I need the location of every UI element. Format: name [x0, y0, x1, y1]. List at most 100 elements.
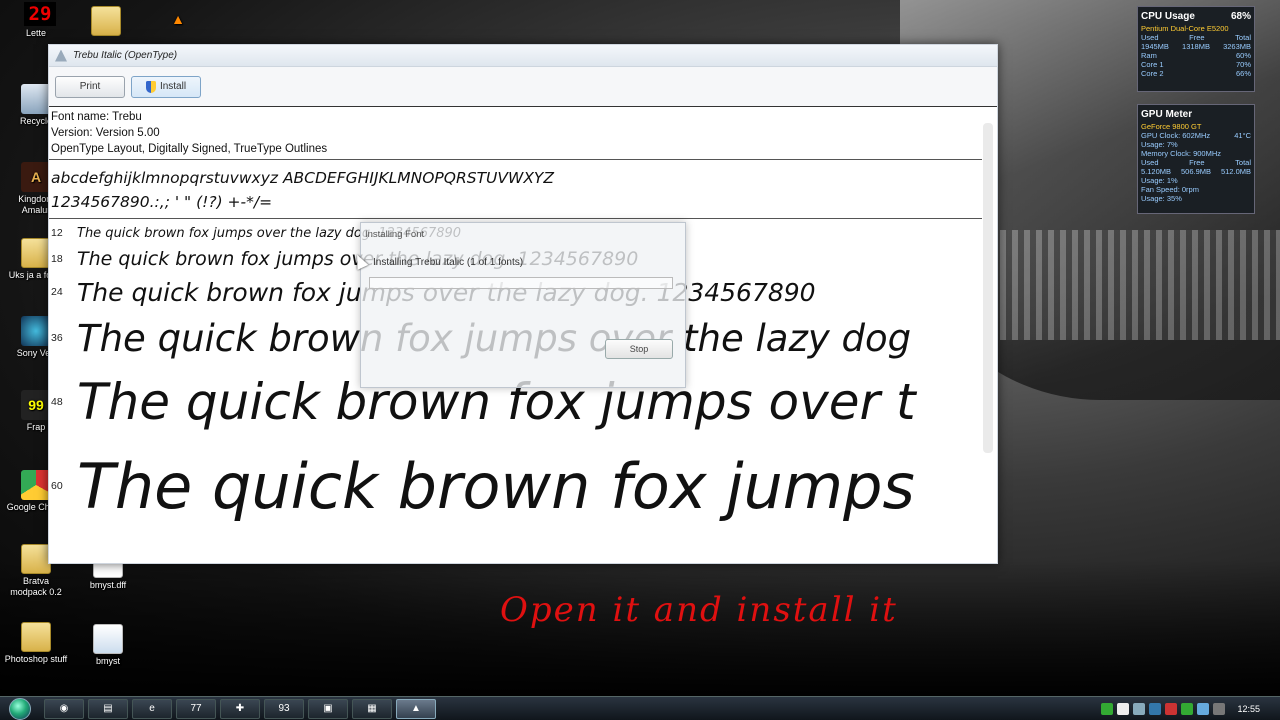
gpu-usage: Usage: 7% — [1141, 140, 1178, 149]
cpu-stat-row: Core 2 66% — [1141, 69, 1251, 78]
kingdom-amalur-icon: A — [21, 162, 51, 192]
desktop-icon-label: Frap — [26, 422, 46, 432]
install-button[interactable]: Install — [131, 75, 201, 98]
mem-free: 1318MB — [1182, 42, 1210, 51]
desktop-icon-label: bmyst — [95, 656, 120, 666]
folder-icon — [21, 544, 51, 574]
stop-button[interactable]: Stop — [605, 339, 673, 359]
tutorial-annotation: Open it and install it — [500, 590, 898, 630]
gpu-mem-free: 506.9MB — [1180, 167, 1212, 176]
font-info: Font name: Trebu Version: Version 5.00 O… — [49, 107, 982, 160]
mem-total: 3263MB — [1223, 42, 1251, 51]
gpu-mem-usage: Usage: 1% — [1141, 176, 1178, 185]
toolbar: Print Install — [49, 67, 997, 107]
desktop-icon-folder[interactable] — [74, 6, 138, 38]
taskbar-game[interactable]: ▣ — [308, 698, 348, 719]
sample-size: 12 — [51, 227, 63, 239]
taskbar-ie[interactable]: e — [132, 698, 172, 719]
header-used: Used — [1141, 158, 1159, 167]
print-button[interactable]: Print — [55, 75, 125, 98]
stat-value: 60% — [1235, 51, 1251, 60]
tray-volume-icon[interactable] — [1213, 703, 1226, 715]
header-free: Free — [1189, 33, 1205, 42]
taskbar-font-viewer[interactable]: ▲ — [396, 698, 436, 719]
tray-record-icon[interactable] — [1165, 703, 1178, 715]
tray-network-icon[interactable] — [1197, 703, 1210, 715]
stat-value: 70% — [1235, 60, 1251, 69]
font-version: Version: Version 5.00 — [51, 127, 160, 139]
start-button[interactable] — [0, 697, 40, 720]
cpu-usage-gadget[interactable]: CPU Usage 68% Pentium Dual-Core E5200 Us… — [1137, 6, 1255, 92]
cpu-gadget-title: CPU Usage — [1141, 11, 1195, 22]
taskbar-explorer[interactable]: ▤ — [88, 698, 128, 719]
tray-app-icon[interactable] — [1101, 703, 1114, 715]
sony-vegas-icon — [21, 316, 51, 346]
sample-size: 18 — [51, 253, 63, 265]
gpu-mem-used: 5.120MB — [1141, 167, 1172, 176]
network-icon: ▦ — [367, 703, 377, 714]
font-name: Font name: Trebu — [51, 111, 142, 123]
gpu-mem-total: 512.0MB — [1220, 167, 1251, 176]
font-details: OpenType Layout, Digitally Signed, TrueT… — [51, 143, 328, 155]
cpu-stat-row: Ram 60% — [1141, 51, 1251, 60]
stat-label: Core 1 — [1141, 60, 1164, 69]
vlc-cone-icon: ▲ — [171, 10, 185, 27]
cpu-model: Pentium Dual-Core E5200 — [1141, 24, 1229, 33]
desktop-icon-label: bmyst.dff — [89, 580, 127, 590]
taskbar-fraps[interactable]: 93 — [264, 698, 304, 719]
desktop-icon-photoshop-stuff[interactable]: Photoshop stuff — [4, 622, 68, 665]
gpu-model: GeForce 9800 GT — [1141, 122, 1202, 131]
desktop-icon-label: Photoshop stuff — [4, 654, 68, 664]
gpu-clock-row: GPU Clock: 602MHz 41°C — [1141, 131, 1251, 140]
chrome-icon — [21, 470, 51, 500]
stop-button-label: Stop — [629, 344, 649, 354]
installing-font-dialog: Installing Font Installing Trebu Italic … — [360, 222, 686, 388]
windows-orb-icon — [9, 697, 31, 720]
tray-steam-icon[interactable] — [1149, 703, 1162, 715]
desktop-icon-bmyst[interactable]: bmyst — [76, 624, 140, 667]
gpu-meter-gadget[interactable]: GPU Meter GeForce 9800 GT GPU Clock: 602… — [1137, 104, 1255, 214]
sample-size: 48 — [51, 396, 63, 408]
sample-size: 24 — [51, 286, 63, 298]
desktop-icon-vlc[interactable]: ▲ — [146, 4, 210, 36]
gpu-mem-headers: Used Free Total — [1141, 158, 1251, 167]
taskbar-chrome[interactable]: ◉ — [44, 698, 84, 719]
gpu-mem-values: 5.120MB 506.9MB 512.0MB — [1141, 167, 1251, 176]
gpu-fan-speed: Fan Speed: 0rpm — [1141, 185, 1199, 194]
vertical-scrollbar[interactable] — [983, 123, 993, 453]
stat-label: Core 2 — [1141, 69, 1164, 78]
mem-used: 1945MB — [1141, 42, 1169, 51]
gpu-fan-usage: Usage: 35% — [1141, 194, 1182, 203]
stat-value: 66% — [1235, 69, 1251, 78]
character-set: abcdefghijklmnopqrstuvwxyz ABCDEFGHIJKLM… — [49, 160, 982, 219]
game-icon: ▣ — [323, 703, 333, 714]
fps-counter: 29 — [24, 2, 56, 26]
folder-icon — [91, 6, 121, 36]
cpu-mem-values: 1945MB 1318MB 3263MB — [1141, 42, 1251, 51]
header-total: Total — [1235, 33, 1251, 42]
wallpaper-grille — [1000, 230, 1280, 340]
sample-size: 60 — [51, 480, 63, 492]
taskbar-7zip[interactable]: 77 — [176, 698, 216, 719]
tray-panda-icon[interactable] — [1117, 703, 1130, 715]
folder-icon — [21, 238, 51, 268]
taskbar: ◉ ▤ e 77 ✚ 93 ▣ ▦ ▲ 12:55 — [0, 696, 1280, 720]
internet-explorer-icon: e — [149, 703, 155, 714]
cpu-percent: 68% — [1230, 11, 1251, 22]
taskbar-clock[interactable]: 12:55 — [1237, 704, 1260, 714]
taskbar-plus[interactable]: ✚ — [220, 698, 260, 719]
tray-shield-icon[interactable] — [1133, 703, 1146, 715]
font-viewer-icon: ▲ — [411, 703, 421, 714]
tray-green-icon[interactable] — [1181, 703, 1194, 715]
install-progress-bar — [369, 277, 673, 289]
gpu-memory-clock: Memory Clock: 900MHz — [1141, 149, 1222, 158]
wallpaper-shadow — [0, 560, 1280, 700]
recycle-bin-icon — [21, 84, 51, 114]
dialog-title: Installing Font — [365, 229, 425, 240]
window-titlebar[interactable]: Trebu Italic (OpenType) — [49, 45, 997, 67]
gpu-temp: 41°C — [1234, 131, 1251, 140]
desktop-icon-lette[interactable]: Lette — [4, 28, 68, 39]
cpu-header: CPU Usage 68% — [1141, 10, 1251, 24]
taskbar-network[interactable]: ▦ — [352, 698, 392, 719]
fraps-icon: 99 — [21, 390, 51, 420]
